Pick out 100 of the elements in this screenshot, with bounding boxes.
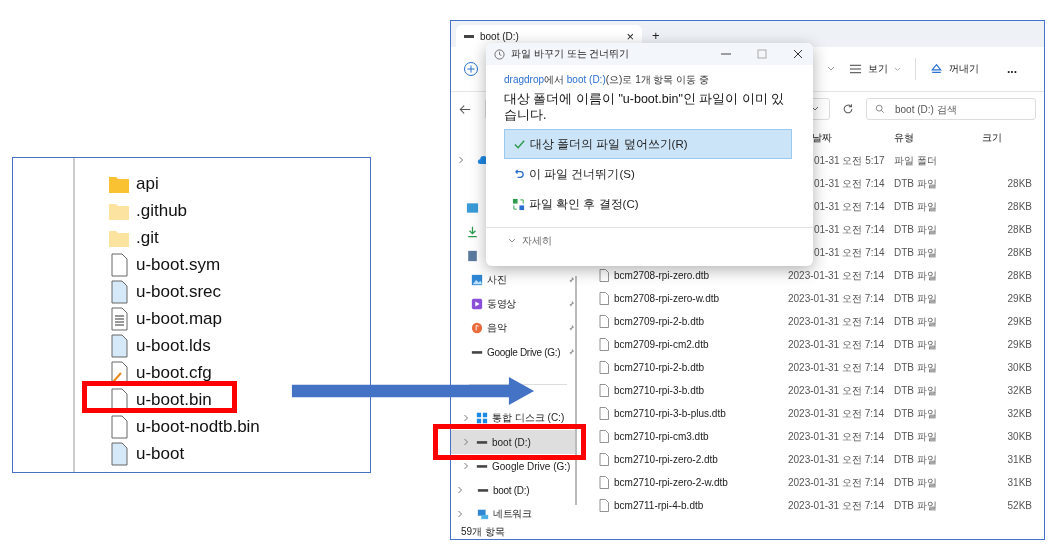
size-cell: 31KB [1007, 477, 1032, 488]
date-cell: 2023-01-31 오전 7:14 [788, 361, 885, 373]
date-cell: 2023-01-31 오전 7:14 [788, 453, 885, 465]
source-link[interactable]: dragdrop [504, 74, 545, 85]
chevron-icon [463, 438, 469, 446]
date-cell: 2023-01-31 오전 7:14 [788, 499, 885, 511]
add-icon[interactable] [463, 61, 479, 77]
file-name[interactable]: .github [136, 200, 188, 221]
dialog-option[interactable]: 이 파일 건너뛰기(S) [504, 159, 792, 189]
file-name[interactable]: u-boot.sym [136, 254, 221, 275]
file-name[interactable]: bcm2710-rpi-2-b.dtb [614, 362, 705, 373]
file-icon [599, 430, 609, 443]
size-cell: 29KB [1007, 339, 1032, 350]
type-cell: DTB 파일 [894, 453, 937, 465]
date-cell: 2023-01-31 오전 7:14 [788, 338, 885, 350]
refresh-icon[interactable] [842, 103, 854, 115]
type-cell: DTB 파일 [894, 315, 937, 327]
file-icon [599, 476, 609, 489]
tab-title: boot (D:) [480, 30, 519, 42]
back-arrow-icon[interactable] [459, 103, 471, 115]
type-cell: DTB 파일 [894, 269, 937, 281]
date-cell: 01-31 오전 7:14 [814, 177, 885, 189]
file-name[interactable]: bcm2709-rpi-cm2.dtb [614, 339, 709, 350]
new-tab-button[interactable]: + [642, 28, 660, 47]
destination-link[interactable]: boot (D:) [566, 74, 606, 85]
download-icon[interactable] [466, 226, 479, 238]
document-icon[interactable] [466, 250, 479, 262]
file-name[interactable]: bcm2710-rpi-cm3.dtb [614, 431, 709, 442]
type-cell: DTB 파일 [894, 407, 937, 419]
check-icon [513, 137, 526, 151]
file-name[interactable]: u-boot.srec [136, 281, 222, 302]
type-cell: DTB 파일 [894, 499, 937, 511]
caret-icon[interactable] [827, 66, 835, 72]
file-name[interactable]: bcm2710-rpi-zero-2.dtb [614, 454, 718, 465]
file-icon [108, 441, 130, 466]
sidebar-item[interactable]: 동영상 [451, 292, 575, 316]
dialog-heading: 대상 폴더에 이름이 "u-boot.bin"인 파일이 이미 있습니다. [504, 91, 786, 123]
chevron-icon [463, 414, 469, 422]
file-icon [599, 384, 609, 397]
file-icon [599, 292, 609, 305]
file-icon [108, 333, 130, 358]
size-cell: 30KB [1007, 362, 1032, 373]
sidebar-item[interactable]: 음악 [451, 316, 575, 340]
column-header[interactable]: 크기 [982, 130, 1042, 145]
sidebar-item[interactable]: 사진 [451, 268, 575, 292]
file-icon [108, 279, 130, 304]
chevron-icon [457, 486, 463, 494]
size-cell: 28KB [1007, 270, 1032, 281]
view-button[interactable]: 보기 [843, 58, 907, 80]
close-tab-button[interactable]: × [626, 28, 634, 44]
type-cell: DTB 파일 [894, 177, 937, 189]
sidebar-item[interactable]: boot (D:) [451, 478, 575, 502]
details-toggle[interactable]: 자세히 [504, 234, 795, 248]
dialog-option[interactable]: 파일 확인 후 결정(C) [504, 189, 792, 219]
file-name[interactable]: u-boot.bin [136, 389, 212, 410]
file-name[interactable]: api [136, 173, 159, 194]
size-cell: 30KB [1007, 431, 1032, 442]
file-name[interactable]: bcm2708-rpi-zero-w.dtb [614, 293, 720, 304]
file-name[interactable]: u-boot.cfg [136, 362, 212, 383]
network-icon [477, 508, 489, 520]
file-name[interactable]: bcm2709-rpi-2-b.dtb [614, 316, 705, 327]
sidebar-item[interactable]: 통합 디스크 (C:) [451, 406, 575, 430]
file-name[interactable]: bcm2710-rpi-3-b.dtb [614, 385, 705, 396]
file-icon [599, 338, 609, 351]
file-name[interactable]: u-boot.map [136, 308, 222, 329]
type-cell: 파일 폴더 [894, 154, 937, 166]
sidebar-item[interactable]: 네트워크 [451, 502, 575, 526]
column-header[interactable]: 유형 [894, 130, 982, 145]
file-name[interactable]: bcm2711-rpi-4-b.dtb [614, 500, 704, 511]
sidebar-item[interactable]: boot (D:) [451, 430, 575, 454]
date-cell: 01-31 오전 7:14 [814, 223, 885, 235]
type-cell: DTB 파일 [894, 476, 937, 488]
clock-icon [494, 48, 505, 60]
file-name[interactable]: u-boot-nodtb.bin [136, 416, 260, 437]
file-name[interactable]: bcm2710-rpi-zero-2-w.dtb [614, 477, 728, 488]
size-cell: 28KB [1007, 224, 1032, 235]
list-icon [849, 63, 862, 75]
eject-button[interactable]: 꺼내기 [924, 58, 985, 80]
file-name[interactable]: bcm2708-rpi-zero.dtb [614, 270, 710, 281]
dialog-title: 파일 바꾸기 또는 건너뛰기 [511, 47, 631, 61]
file-name[interactable]: bcm2710-rpi-3-b-plus.dtb [614, 408, 726, 419]
music-icon [471, 322, 483, 334]
type-cell: DTB 파일 [894, 338, 937, 350]
sidebar-item[interactable]: Google Drive (G:) [451, 454, 575, 478]
file-name[interactable]: u-boot [136, 443, 185, 464]
file-name[interactable]: u-boot.lds [136, 335, 211, 356]
type-cell: DTB 파일 [894, 361, 937, 373]
item-count: 59개 항목 [461, 526, 505, 537]
file-name[interactable]: .git [136, 227, 159, 248]
more-button[interactable]: ... [1001, 58, 1023, 80]
file-icon [599, 499, 609, 512]
search-field[interactable]: boot (D:) 검색 [866, 98, 1036, 120]
sidebar-item[interactable]: Google Drive (G:) [451, 340, 575, 364]
type-cell: DTB 파일 [894, 200, 937, 212]
dialog-option[interactable]: 대상 폴더의 파일 덮어쓰기(R) [504, 129, 792, 159]
chevron-icon [463, 462, 469, 470]
desktop-icon[interactable] [466, 202, 479, 214]
date-cell: 01-31 오전 7:14 [814, 200, 885, 212]
file-icon [599, 315, 609, 328]
file-icon [108, 252, 130, 277]
